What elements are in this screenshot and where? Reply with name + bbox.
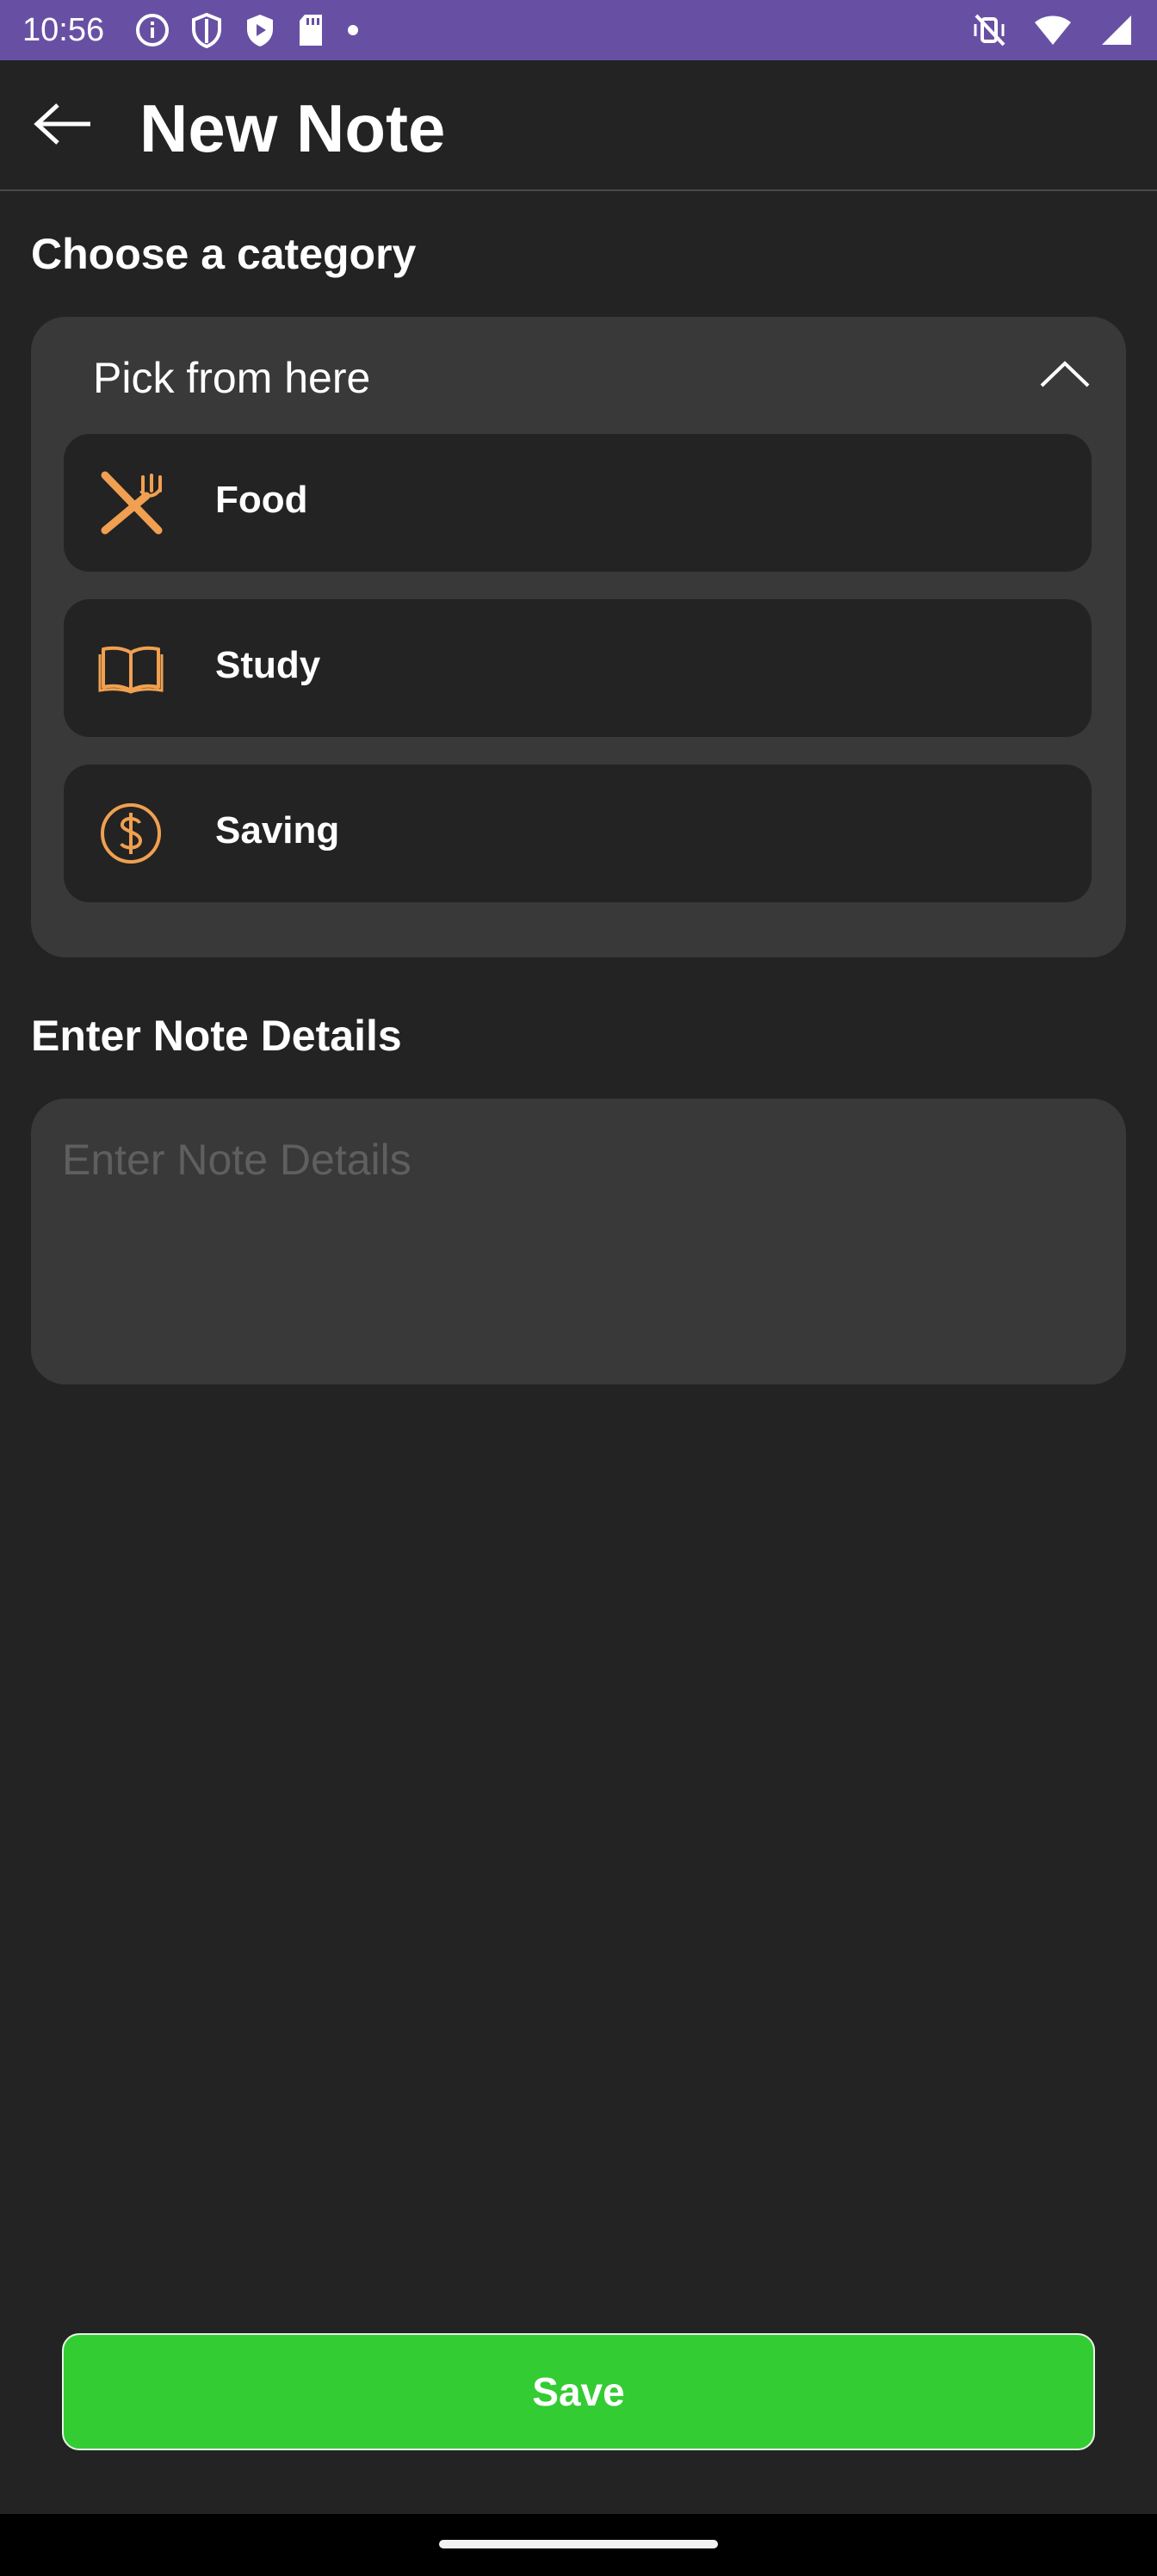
category-option-saving[interactable]: Saving: [64, 765, 1092, 902]
chevron-up-icon[interactable]: [1038, 356, 1092, 395]
category-section-title: Choose a category: [31, 230, 417, 278]
page-title: New Note: [139, 90, 446, 166]
shield-icon: [189, 12, 224, 48]
vibrate-off-icon: [971, 12, 1007, 48]
info-icon: [134, 12, 170, 48]
status-time: 10:56: [22, 12, 105, 48]
signal-icon: [1098, 12, 1133, 48]
note-details-input[interactable]: Enter Note Details: [31, 1099, 1126, 1384]
dropdown-label: Pick from here: [93, 354, 371, 402]
category-dropdown: Pick from here Food Study Saving: [31, 317, 1126, 957]
status-bar: 10:56: [0, 0, 1157, 60]
category-option-food[interactable]: Food: [64, 434, 1092, 572]
dot-icon: [344, 12, 362, 48]
notes-section-title: Enter Note Details: [31, 1012, 402, 1060]
wifi-icon: [1033, 12, 1073, 48]
category-option-study[interactable]: Study: [64, 599, 1092, 737]
play-shield-icon: [243, 12, 277, 48]
category-option-label: Study: [215, 644, 321, 686]
status-left-icons: [134, 12, 362, 48]
dollar-circle-icon: [98, 799, 164, 868]
arrow-left-icon: [32, 102, 94, 151]
home-gesture-handle[interactable]: [439, 2540, 718, 2548]
back-button[interactable]: [24, 91, 102, 160]
book-icon: [98, 634, 164, 703]
category-option-label: Saving: [215, 809, 340, 851]
status-right-icons: [971, 12, 1133, 48]
sd-card-icon: [296, 12, 325, 48]
dropdown-header[interactable]: Pick from here: [31, 317, 1126, 437]
note-details-placeholder: Enter Note Details: [62, 1136, 411, 1184]
save-button[interactable]: Save: [62, 2333, 1095, 2450]
app-bar: New Note: [0, 60, 1157, 191]
fork-knife-icon: [98, 468, 164, 537]
category-option-label: Food: [215, 479, 308, 521]
